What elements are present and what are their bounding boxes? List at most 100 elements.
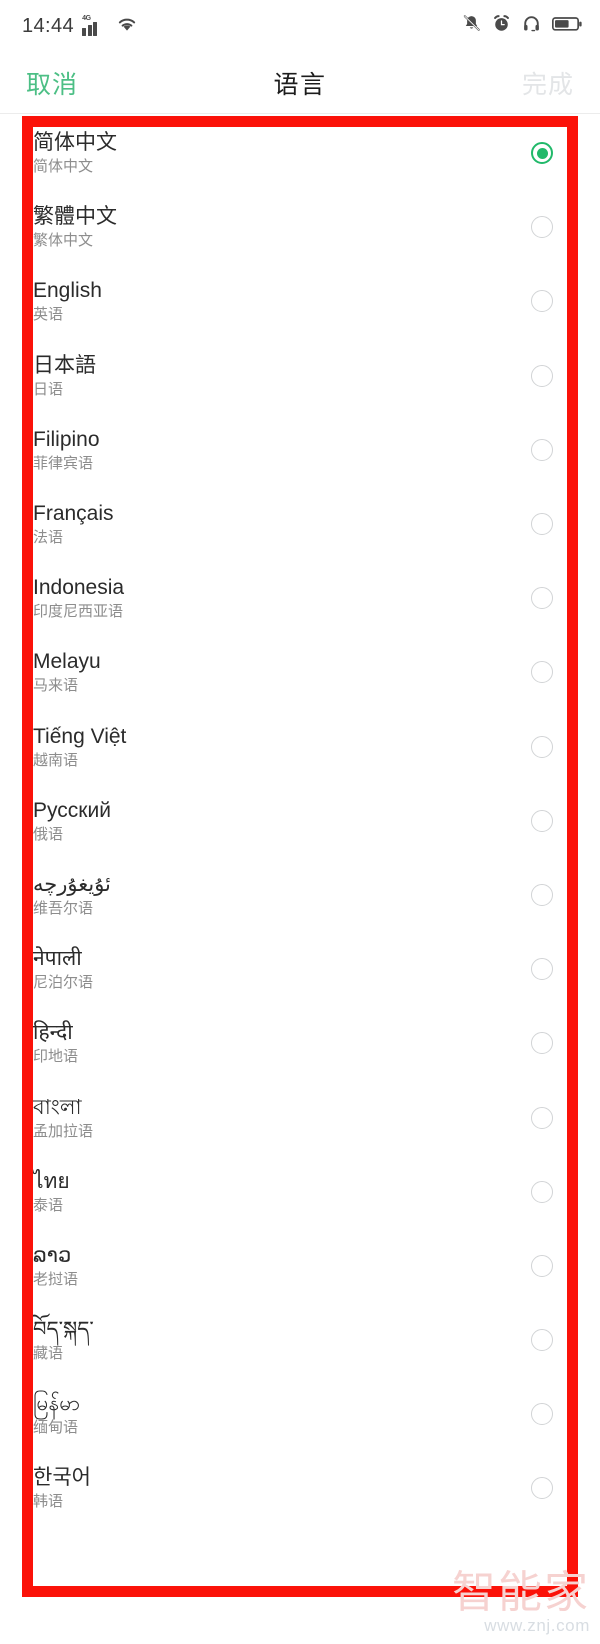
- language-row[interactable]: ລາວ 老挝语: [0, 1229, 600, 1303]
- language-native-name: 日本語: [33, 353, 96, 377]
- language-chinese-name: 孟加拉语: [33, 1122, 94, 1140]
- language-row[interactable]: नेपाली 尼泊尔语: [0, 932, 600, 1006]
- language-native-name: မြန်မာ: [33, 1392, 81, 1416]
- language-chinese-name: 简体中文: [33, 158, 94, 176]
- radio-button[interactable]: [531, 735, 553, 758]
- status-bar: 14:44 4G: [0, 0, 600, 52]
- language-chinese-name: 韩语: [33, 1493, 64, 1511]
- radio-button[interactable]: [531, 513, 553, 536]
- watermark-url: www.znj.com: [484, 1616, 590, 1635]
- language-row[interactable]: Filipino 菲律宾语: [0, 413, 600, 487]
- language-row-texts: မြန်မာ 缅甸语: [33, 1391, 80, 1437]
- cancel-button[interactable]: 取消: [26, 65, 78, 101]
- language-list[interactable]: 简体中文 简体中文 繁體中文 繁体中文 English 英语 日本語 日语 Filipino 菲律…: [0, 116, 600, 1597]
- radio-button[interactable]: [531, 290, 553, 313]
- language-row-texts: हिन्दी 印地语: [33, 1020, 78, 1066]
- navbar-divider: [0, 113, 600, 114]
- language-native-name: Français: [33, 502, 114, 526]
- done-button[interactable]: 完成: [522, 65, 574, 101]
- language-native-name: English: [33, 279, 102, 303]
- language-row[interactable]: Indonesia 印度尼西亚语: [0, 561, 600, 635]
- radio-button[interactable]: [531, 1180, 553, 1203]
- language-row[interactable]: 한국어 韩语: [0, 1451, 600, 1525]
- radio-button[interactable]: [531, 1106, 553, 1129]
- language-native-name: Tiếng Việt: [33, 724, 127, 748]
- mute-bell-icon: [462, 14, 481, 38]
- alarm-clock-icon: [492, 14, 511, 38]
- language-chinese-name: 泰语: [33, 1196, 64, 1214]
- language-row[interactable]: Русский 俄语: [0, 784, 600, 858]
- language-row[interactable]: ไทย 泰语: [0, 1155, 600, 1229]
- battery-icon: [551, 16, 582, 37]
- radio-button[interactable]: [531, 958, 553, 981]
- language-row[interactable]: 繁體中文 繁体中文: [0, 190, 600, 264]
- language-native-name: Indonesia: [33, 576, 125, 600]
- language-row-texts: Melayu 马来语: [33, 649, 101, 695]
- language-row-texts: Tiếng Việt 越南语: [33, 724, 126, 770]
- language-chinese-name: 缅甸语: [33, 1419, 79, 1437]
- language-row[interactable]: Melayu 马来语: [0, 635, 600, 709]
- language-row[interactable]: မြန်မာ 缅甸语: [0, 1377, 600, 1451]
- language-native-name: Русский: [33, 798, 111, 822]
- language-native-name: 繁體中文: [33, 205, 117, 229]
- language-chinese-name: 日语: [33, 380, 64, 398]
- language-chinese-name: 繁体中文: [33, 232, 94, 250]
- language-row[interactable]: Français 法语: [0, 487, 600, 561]
- language-row[interactable]: Tiếng Việt 越南语: [0, 710, 600, 784]
- language-row-texts: Français 法语: [33, 501, 114, 547]
- language-row-texts: 繁體中文 繁体中文: [33, 204, 117, 250]
- wifi-icon: [116, 15, 138, 37]
- language-row[interactable]: English 英语: [0, 264, 600, 338]
- radio-button[interactable]: [531, 438, 553, 461]
- language-native-name: ລາວ: [33, 1243, 72, 1267]
- network-type-label: 4G: [82, 14, 91, 22]
- language-chinese-name: 法语: [33, 529, 64, 547]
- radio-button[interactable]: [531, 1032, 553, 1055]
- language-chinese-name: 维吾尔语: [33, 899, 94, 917]
- language-row-texts: 日本語 日语: [33, 353, 96, 399]
- radio-button-selected[interactable]: [531, 142, 553, 165]
- language-native-name: Melayu: [33, 650, 101, 674]
- radio-button[interactable]: [531, 1403, 553, 1426]
- language-row-texts: ລາວ 老挝语: [33, 1243, 78, 1289]
- language-row-texts: Indonesia 印度尼西亚语: [33, 575, 124, 621]
- radio-button[interactable]: [531, 1329, 553, 1352]
- radio-button[interactable]: [531, 587, 553, 610]
- language-row-texts: 简体中文 简体中文: [33, 130, 117, 176]
- radio-button[interactable]: [531, 1477, 553, 1500]
- radio-button[interactable]: [531, 809, 553, 832]
- headphones-icon: [522, 14, 541, 38]
- status-bar-right: [462, 14, 582, 38]
- language-native-name: नेपाली: [33, 947, 82, 971]
- status-bar-left: 14:44 4G: [22, 15, 138, 38]
- language-native-name: বাংলা: [33, 1095, 82, 1119]
- language-row-texts: English 英语: [33, 278, 102, 324]
- language-native-name: བོད་སྐད་: [33, 1318, 94, 1342]
- language-native-name: Filipino: [33, 427, 100, 451]
- language-chinese-name: 英语: [33, 306, 64, 324]
- language-row-texts: नेपाली 尼泊尔语: [33, 946, 93, 992]
- radio-button[interactable]: [531, 883, 553, 906]
- language-native-name: हिन्दी: [33, 1021, 73, 1045]
- status-time: 14:44: [22, 14, 75, 37]
- language-row-texts: 한국어 韩语: [33, 1465, 91, 1511]
- language-row[interactable]: 日本語 日语: [0, 339, 600, 413]
- language-native-name: 한국어: [33, 1466, 91, 1490]
- radio-button[interactable]: [531, 661, 553, 684]
- language-native-name: 简体中文: [33, 131, 117, 155]
- language-chinese-name: 老挝语: [33, 1270, 79, 1288]
- language-row[interactable]: ئۇيغۇرچە 维吾尔语: [0, 858, 600, 932]
- page-title: 语言: [273, 71, 327, 99]
- radio-button[interactable]: [531, 364, 553, 387]
- language-row[interactable]: བོད་སྐད་ 藏语: [0, 1303, 600, 1377]
- language-row[interactable]: বাংলা 孟加拉语: [0, 1080, 600, 1154]
- language-native-name: ئۇيغۇرچە: [33, 872, 111, 896]
- language-row[interactable]: 简体中文 简体中文: [0, 116, 600, 190]
- radio-button[interactable]: [531, 216, 553, 239]
- radio-button[interactable]: [531, 1254, 553, 1277]
- language-row-texts: ไทย 泰语: [33, 1169, 70, 1215]
- language-chinese-name: 越南语: [33, 751, 79, 769]
- language-row-texts: Filipino 菲律宾语: [33, 427, 100, 473]
- language-row[interactable]: हिन्दी 印地语: [0, 1006, 600, 1080]
- navigation-bar: 取消 语言 完成: [0, 52, 600, 114]
